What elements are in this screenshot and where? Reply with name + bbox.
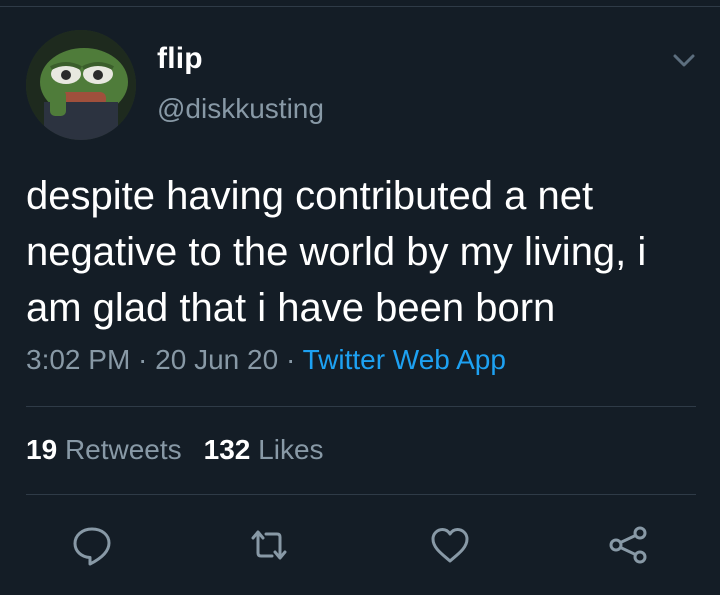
share-button[interactable] — [606, 523, 650, 567]
avatar[interactable] — [26, 30, 136, 140]
tweet-date: 20 Jun 20 — [155, 344, 279, 375]
tweet-detail: flip @diskkusting despite having contrib… — [0, 0, 720, 595]
top-divider — [0, 6, 720, 7]
reply-icon — [73, 527, 111, 566]
retweets-label: Retweets — [64, 434, 182, 465]
retweet-button[interactable] — [247, 523, 291, 567]
tweet-meta: 3:02 PM · 20 Jun 20 · Twitter Web App — [26, 344, 506, 376]
reply-button[interactable] — [70, 523, 114, 567]
tweet-source-link[interactable]: Twitter Web App — [303, 344, 506, 375]
divider — [26, 494, 696, 495]
likes-stat[interactable]: 132 Likes — [204, 434, 324, 465]
chevron-down-icon[interactable] — [670, 50, 698, 72]
avatar-image — [26, 30, 136, 140]
like-button[interactable] — [428, 523, 472, 567]
tweet-time: 3:02 PM — [26, 344, 131, 375]
tweet-stats: 19 Retweets 132 Likes — [26, 434, 324, 466]
retweets-stat[interactable]: 19 Retweets — [26, 434, 182, 465]
tweet-text: despite having contributed a net negativ… — [26, 174, 647, 330]
retweet-icon — [251, 530, 287, 560]
user-handle[interactable]: @diskkusting — [157, 93, 324, 125]
retweets-count: 19 — [26, 434, 58, 465]
meta-separator: · — [278, 344, 303, 375]
meta-separator: · — [130, 344, 156, 375]
heart-icon — [431, 528, 469, 563]
divider — [26, 406, 696, 407]
share-icon — [609, 526, 647, 564]
likes-label: Likes — [258, 434, 324, 465]
display-name[interactable]: flip — [157, 42, 203, 76]
likes-count: 132 — [203, 434, 251, 465]
